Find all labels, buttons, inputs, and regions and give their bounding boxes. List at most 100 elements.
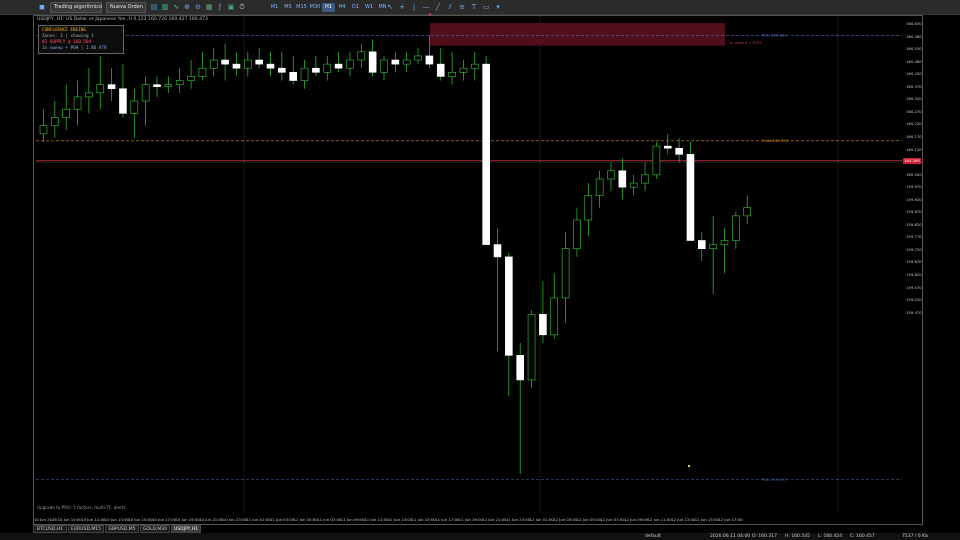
- price-tick-label: 159.670: [906, 259, 922, 265]
- status-low: L: 160.424: [818, 534, 843, 539]
- price-tick-label: 160.630: [906, 21, 922, 26]
- time-tick-label: 10 Jun 19:00: [175, 517, 200, 522]
- fibonacci-icon[interactable]: ≡: [458, 3, 466, 12]
- horizontal-line-icon[interactable]: —: [422, 3, 430, 12]
- price-tick-label: 160.370: [906, 83, 922, 89]
- new-order-label: Nueva Orden: [110, 4, 143, 10]
- price-axis[interactable]: 160.630 160.580 160.530 160.480 160.430 160.3…: [903, 15, 960, 525]
- algo-trading-label: Trading algorítmico: [54, 4, 103, 10]
- channel-icon[interactable]: ⫽: [446, 3, 454, 12]
- new-order-button[interactable]: Nueva Orden: [106, 2, 146, 13]
- shapes-icon[interactable]: ▭: [482, 3, 490, 12]
- price-tick-label: 159.870: [906, 209, 922, 215]
- chart-tab[interactable]: BTCUSD,H1: [33, 525, 67, 533]
- time-tick-label: 10 Jun 2026: [34, 517, 57, 522]
- cursor-icon[interactable]: ↖: [386, 3, 394, 12]
- time-tick-label: 11 Jun 21:00: [482, 517, 507, 522]
- price-tick-label: 159.770: [906, 234, 922, 240]
- toolbar: ◼ Trading algorítmico Nueva Orden ▤ ▥ ∿ …: [0, 0, 960, 15]
- time-tick-label: 12 Jun 05:00: [576, 517, 601, 522]
- text-tool-icon[interactable]: T: [470, 3, 478, 12]
- time-tick-label: 12 Jun 17:00: [718, 517, 743, 522]
- price-tick-label: 159.470: [906, 309, 922, 315]
- price-tick-label: 160.170: [906, 133, 922, 139]
- price-tick-label: 160.020: [906, 171, 922, 177]
- status-open: O: 160.317: [752, 534, 778, 539]
- time-tick-label: 11 Jun 17:00: [435, 517, 460, 522]
- price-tick-label: 160.580: [906, 33, 922, 39]
- timeframe-w1-button[interactable]: W1: [363, 3, 376, 12]
- chart-tab[interactable]: GBPUSD,M5: [105, 525, 139, 533]
- price-tick-label: 160.220: [906, 121, 922, 127]
- price-tick-label: 160.480: [906, 58, 922, 64]
- price-tick-label: 160.320: [906, 96, 922, 102]
- vertical-line-icon[interactable]: |: [410, 3, 418, 12]
- grid-icon[interactable]: ▦: [205, 3, 213, 12]
- timeframe-d1-button[interactable]: D1: [349, 3, 362, 12]
- chart-tab[interactable]: GOLD,M30: [140, 525, 170, 533]
- templates-icon[interactable]: ▣: [227, 3, 235, 12]
- price-tick-label: 160.270: [906, 108, 922, 114]
- time-tick-label: 11 Jun 23:00: [506, 517, 531, 522]
- confluence-panel: CONFLUENCE ENGINE Zones: 3 | showing 1 0…: [38, 25, 124, 54]
- timeframe-h4-button[interactable]: H4: [336, 3, 349, 12]
- time-tick-label: 11 Jun 05:00: [293, 517, 318, 522]
- price-tick-label: 159.570: [906, 284, 922, 290]
- time-tick-label: 10 Jun 21:00: [199, 517, 224, 522]
- upgrade-text: Upgrade to PRO: 5 factors, multi-TF, ale…: [37, 505, 126, 510]
- chart-tabs: BTCUSD,H1 EURUSD,M15 GBPUSD,M5 GOLD,M30 USDJ…: [33, 525, 923, 533]
- status-close: C: 160.457: [850, 534, 875, 539]
- chart-tab[interactable]: USDJPY,H1: [171, 525, 201, 533]
- status-profile: default: [645, 534, 661, 539]
- periods-icon[interactable]: ⏱: [238, 3, 246, 12]
- time-tick-label: 11 Jun 19:00: [458, 517, 483, 522]
- algo-trading-button[interactable]: Trading algorítmico: [50, 2, 102, 13]
- zoom-in-icon[interactable]: ⊕: [183, 3, 191, 12]
- panel-sweep: 1x sweep + POH | 1.86 ATR: [42, 46, 107, 51]
- time-tick-label: 12 Jun 03:00: [553, 517, 578, 522]
- time-tick-label: 12 Jun 09:00: [624, 517, 649, 522]
- time-tick-label: 11 Jun 11:00: [364, 517, 389, 522]
- chart-title: USDJPY, H1: US Dollar vs Japanese Yen ,H…: [37, 17, 208, 22]
- status-high: H: 160.545: [785, 534, 810, 539]
- timeframe-m1-button[interactable]: M1: [268, 3, 281, 12]
- chart-type-line-icon[interactable]: ∿: [172, 3, 180, 12]
- chart-window[interactable]: USDJPY, H1: US Dollar vs Japanese Yen ,H…: [33, 15, 923, 525]
- time-tick-label: 11 Jun 09:00: [340, 517, 365, 522]
- timeframe-m15-button[interactable]: M15: [295, 3, 308, 12]
- price-tick-label: 160.530: [906, 46, 922, 52]
- time-tick-label: 10 Jun 13:00: [104, 517, 129, 522]
- time-tick-label: 10 Jun 11:00: [81, 517, 106, 522]
- dropdown-icon[interactable]: ▾: [494, 3, 502, 12]
- price-tick-label: 159.820: [906, 221, 922, 227]
- time-tick-label: 11 Jun 15:00: [411, 517, 436, 522]
- status-traffic: 7537 / 6 Kb: [902, 534, 928, 539]
- time-tick-label: 11 Jun 03:00: [270, 517, 295, 522]
- time-tick-label: 12 Jun 13:00: [671, 517, 696, 522]
- time-tick-label: 12 Jun 15:00: [694, 517, 719, 522]
- price-tick-label: 159.720: [906, 246, 922, 252]
- crosshair-icon[interactable]: +: [398, 3, 406, 12]
- zoom-out-icon[interactable]: ⊖: [194, 3, 202, 12]
- price-tick-label: 159.920: [906, 196, 922, 202]
- chart-type-candles-icon[interactable]: ▥: [161, 3, 169, 12]
- time-tick-label: 10 Jun 10:00: [57, 517, 82, 522]
- auto-scroll-icon[interactable]: ◼: [38, 3, 46, 12]
- price-tick-label: 159.970: [906, 184, 922, 190]
- timeframe-m5-button[interactable]: M5: [282, 3, 295, 12]
- time-tick-label: 12 Jun 01:00: [529, 517, 554, 522]
- time-tick-label: 11 Jun 13:00: [388, 517, 413, 522]
- time-tick-label: 10 Jun 23:00: [222, 517, 247, 522]
- time-tick-label: 10 Jun 15:00: [128, 517, 153, 522]
- price-tick-label: 160.430: [906, 71, 922, 77]
- time-tick-label: 10 Jun 17:00: [152, 517, 177, 522]
- price-tick-label: 159.620: [906, 272, 922, 277]
- status-datetime: 2026.06.11 04:00: [710, 534, 751, 539]
- chart-type-bars-icon[interactable]: ▤: [150, 3, 158, 12]
- trendline-icon[interactable]: ╱: [434, 3, 442, 12]
- timeframe-m30-button[interactable]: M30: [309, 3, 322, 12]
- timeframe-h1-button[interactable]: H1: [322, 3, 335, 12]
- indicators-icon[interactable]: ƒ: [216, 3, 224, 12]
- status-bar: default 2026.06.11 04:00 O: 160.317 H: 1…: [0, 533, 960, 540]
- chart-tab[interactable]: EURUSD,M15: [68, 525, 104, 533]
